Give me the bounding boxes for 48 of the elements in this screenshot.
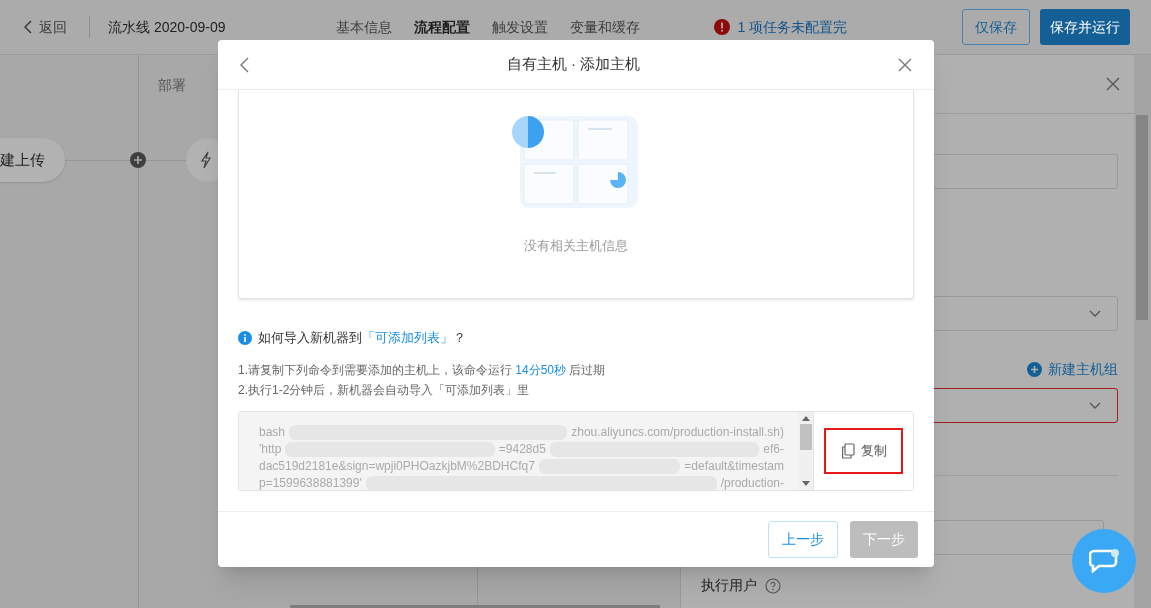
tab[interactable]: 基本信息 bbox=[335, 16, 392, 38]
add-icon bbox=[1027, 362, 1042, 377]
command-text: dac519d2181e&sign=wpji0PHOazkjbM%2BDHCfq7 bbox=[259, 458, 535, 475]
add-icon[interactable] bbox=[130, 152, 146, 168]
tab[interactable]: 变量和缓存 bbox=[569, 16, 640, 38]
new-group-link[interactable]: 新建主机组 bbox=[1027, 359, 1118, 380]
save-run-button[interactable]: 保存并运行 bbox=[1040, 9, 1130, 45]
previous-button[interactable]: 上一步 bbox=[768, 521, 838, 558]
back-button[interactable]: 返回 bbox=[24, 16, 67, 38]
scrollbar-thumb[interactable] bbox=[799, 423, 812, 450]
empty-message: 没有相关主机信息 bbox=[524, 237, 628, 255]
command-text: zhou.aliyuncs.com/production-install.sh) bbox=[571, 424, 784, 441]
warning-link[interactable]: 1 项任务未配置完 bbox=[737, 16, 848, 38]
chevron-down-icon bbox=[1089, 309, 1101, 318]
tab[interactable]: 触发设置 bbox=[491, 16, 548, 38]
tab[interactable]: 流程配置 bbox=[413, 16, 470, 38]
save-button[interactable]: 仅保存 bbox=[962, 9, 1030, 45]
command-text: =9428d5 bbox=[498, 441, 546, 458]
instruction-text: 1.请复制下列命令到需要添加的主机上，该命令运行 14分50秒 后过期 bbox=[238, 361, 607, 379]
help-icon bbox=[765, 577, 781, 594]
chevron-down-icon bbox=[1089, 401, 1101, 410]
copy-icon bbox=[840, 442, 855, 459]
close-icon[interactable] bbox=[898, 57, 912, 72]
chevron-left-icon[interactable] bbox=[240, 56, 249, 73]
dialog-title: 自有主机 · 添加主机 bbox=[505, 54, 642, 75]
help-question: 如何导入新机器到「可添加列表」？ bbox=[258, 329, 466, 347]
scroll-up-icon[interactable] bbox=[801, 415, 810, 421]
command-text: /production- bbox=[720, 475, 784, 490]
chat-icon bbox=[1089, 549, 1119, 573]
chevron-left-icon bbox=[24, 20, 33, 34]
scroll-down-icon[interactable] bbox=[801, 480, 810, 486]
lightning-icon bbox=[200, 151, 212, 169]
copy-button[interactable]: 复制 bbox=[826, 429, 901, 472]
error-icon bbox=[713, 19, 730, 35]
scrollbar-thumb[interactable] bbox=[1136, 115, 1148, 320]
close-icon[interactable] bbox=[1106, 77, 1120, 91]
command-text: =default&timestam bbox=[684, 458, 784, 475]
command-text: bash bbox=[259, 424, 286, 441]
field-label: 执行用户 bbox=[701, 576, 757, 595]
info-icon bbox=[238, 330, 252, 345]
stage-label: 部署 bbox=[158, 76, 186, 95]
list-link[interactable]: 「可添加列表」 bbox=[362, 330, 453, 345]
command-text: 'http bbox=[259, 441, 282, 458]
pipeline-node[interactable]: 建上传 bbox=[0, 138, 65, 182]
instruction-text: 2.执行1-2分钟后，新机器会自动导入「可添加列表」里 bbox=[238, 381, 531, 399]
pipeline-title: 流水线 2020-09-09 bbox=[108, 17, 226, 37]
command-text: ef6- bbox=[763, 441, 784, 458]
command-text: p=1599638881399' bbox=[259, 475, 362, 490]
